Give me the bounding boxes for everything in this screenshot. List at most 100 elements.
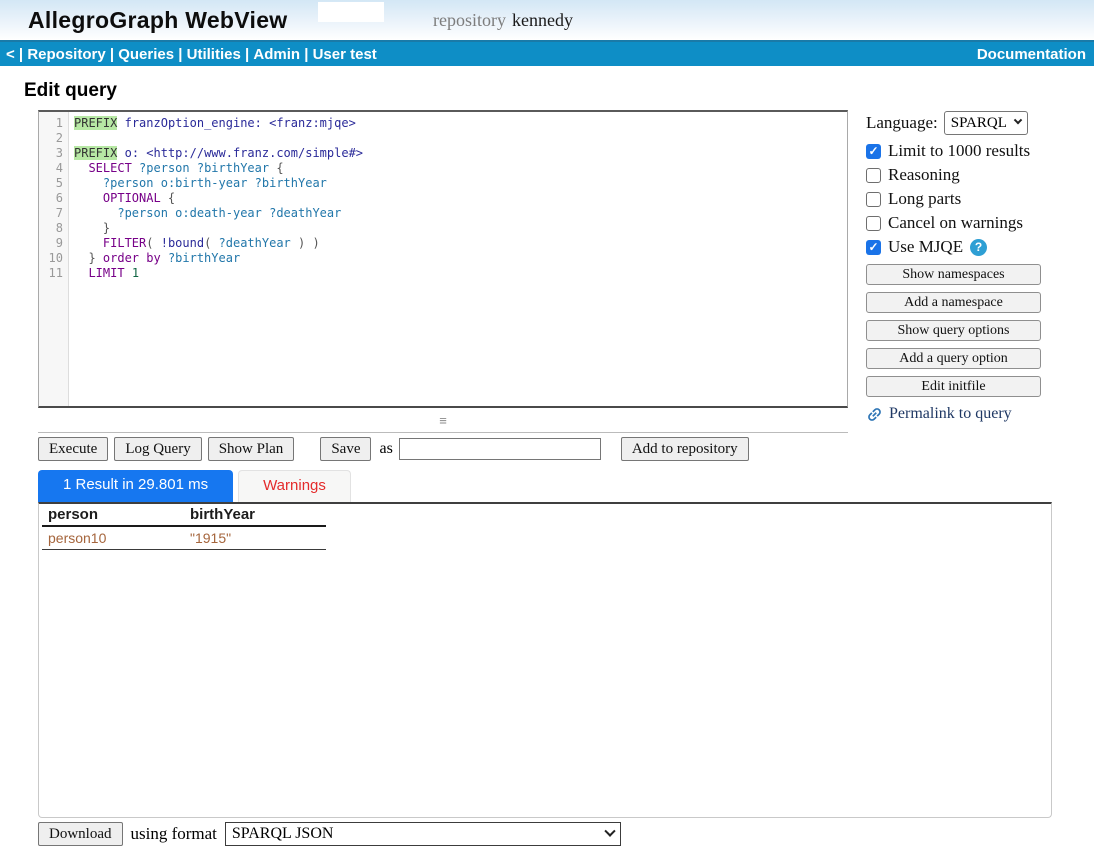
nav-item-utilities[interactable]: Utilities <box>187 46 241 63</box>
download-button[interactable]: Download <box>38 822 123 846</box>
tab-warnings[interactable]: Warnings <box>238 470 351 502</box>
token-decl: franzOption_engine: <box>125 116 262 130</box>
token-pun: { <box>161 191 175 205</box>
chevron-down-icon <box>604 826 615 837</box>
permalink-label: Permalink to query <box>889 405 1012 423</box>
nav-separator: | <box>300 46 313 63</box>
token-pln <box>74 161 88 175</box>
nav-separator: | <box>106 46 119 63</box>
edit-initfile-button[interactable]: Edit initfile <box>866 376 1041 397</box>
tab-results[interactable]: 1 Result in 29.801 ms <box>38 470 233 502</box>
line-number: 8 <box>39 221 63 236</box>
token-var: ?birthYear <box>168 251 240 265</box>
code-line: SELECT ?person ?birthYear { <box>74 161 847 176</box>
line-number: 5 <box>39 176 63 191</box>
token-var: ?person <box>117 206 168 220</box>
page-title: Edit query <box>24 80 117 102</box>
line-number: 9 <box>39 236 63 251</box>
token-pln <box>161 251 168 265</box>
nav-separator: | <box>241 46 254 63</box>
checkbox-limit-to-1000-results[interactable]: ✓ <box>866 144 881 159</box>
checkbox-reasoning[interactable] <box>866 168 881 183</box>
app-title: AllegroGraph WebView <box>28 7 287 34</box>
line-number: 1 <box>39 116 63 131</box>
result-cell: "1915" <box>184 526 326 550</box>
download-row: Download using format SPARQL JSON <box>38 822 621 846</box>
sidebar-buttons: Show namespaces Add a namespace Show query… <box>866 264 1054 397</box>
token-kw: FILTER <box>103 236 146 250</box>
language-select[interactable]: SPARQL <box>944 111 1028 135</box>
token-pln <box>153 176 160 190</box>
nav-separator: | <box>174 46 187 63</box>
token-pun: } <box>88 251 102 265</box>
add-a-namespace-button[interactable]: Add a namespace <box>866 292 1041 313</box>
checkbox-label: Reasoning <box>888 165 960 185</box>
editor-resize-handle[interactable]: ≡ <box>38 410 848 433</box>
nav-item-queries[interactable]: Queries <box>118 46 174 63</box>
token-kw: OPTIONAL <box>103 191 161 205</box>
repository-label: repository <box>433 10 506 30</box>
code-line: ?person o:birth-year ?birthYear <box>74 176 847 191</box>
execute-button[interactable]: Execute <box>38 437 108 461</box>
token-pname: o:birth-year <box>161 176 248 190</box>
format-select[interactable]: SPARQL JSON <box>225 822 621 846</box>
token-pun: ( <box>204 236 218 250</box>
show-query-options-button[interactable]: Show query options <box>866 320 1041 341</box>
help-icon[interactable]: ? <box>970 239 987 256</box>
add-to-repository-button[interactable]: Add to repository <box>621 437 749 461</box>
token-var: ?deathYear <box>219 236 291 250</box>
token-uri: <http://www.franz.com/simple#> <box>146 146 363 160</box>
nav-menu: < | Repository | Queries | Utilities | A… <box>6 46 377 63</box>
token-pun: { <box>269 161 283 175</box>
language-label: Language: <box>866 113 938 133</box>
token-pln <box>74 251 88 265</box>
query-editor[interactable]: 1234567891011 PREFIX franzOption_engine:… <box>38 110 848 408</box>
language-select-value: SPARQL <box>951 115 1007 132</box>
line-number: 7 <box>39 206 63 221</box>
checkbox-long-parts[interactable] <box>866 192 881 207</box>
result-cell-link[interactable]: person10 <box>42 526 184 550</box>
line-number: 6 <box>39 191 63 206</box>
code-line: } <box>74 221 847 236</box>
token-var: ?person <box>103 176 154 190</box>
show-namespaces-button[interactable]: Show namespaces <box>866 264 1041 285</box>
save-name-input[interactable] <box>399 438 601 460</box>
checkbox-cancel-on-warnings[interactable] <box>866 216 881 231</box>
log-query-button[interactable]: Log Query <box>114 437 201 461</box>
code-line: FILTER( !bound( ?deathYear ) ) <box>74 236 847 251</box>
token-pln <box>117 116 124 130</box>
nav-back-button[interactable]: < <box>6 46 15 63</box>
token-pln <box>117 146 124 160</box>
code-line: LIMIT 1 <box>74 266 847 281</box>
save-button[interactable]: Save <box>320 437 371 461</box>
token-pln <box>125 266 132 280</box>
header-blank-patch <box>318 2 384 22</box>
query-actions: Execute Log Query Show Plan Save as Add … <box>38 437 755 461</box>
permalink-to-query[interactable]: Permalink to query <box>866 405 1054 423</box>
column-header-person: person <box>42 504 184 526</box>
option-row-use-mjqe: ✓Use MJQE? <box>866 239 1054 255</box>
token-var: ?birthYear <box>197 161 269 175</box>
checkbox-use-mjqe[interactable]: ✓ <box>866 240 881 255</box>
token-var: ?birthYear <box>255 176 327 190</box>
language-row: Language: SPARQL <box>866 112 1054 134</box>
code-line: ?person o:death-year ?deathYear <box>74 206 847 221</box>
editor-code-area[interactable]: PREFIX franzOption_engine: <franz:mjqe>P… <box>69 112 847 406</box>
token-pln <box>74 191 103 205</box>
nav-item-repository[interactable]: Repository <box>27 46 105 63</box>
checkbox-label: Cancel on warnings <box>888 213 1023 233</box>
nav-item-documentation[interactable]: Documentation <box>977 46 1088 63</box>
nav-item-admin[interactable]: Admin <box>253 46 300 63</box>
nav-item-user-test[interactable]: User test <box>313 46 377 63</box>
add-a-query-option-button[interactable]: Add a query option <box>866 348 1041 369</box>
option-row-limit-to-1000-results: ✓Limit to 1000 results <box>866 143 1054 159</box>
token-pname: o:death-year <box>175 206 262 220</box>
token-kw: SELECT <box>88 161 131 175</box>
app-header: AllegroGraph WebView repositorykennedy <box>0 0 1094 40</box>
repository-indicator: repositorykennedy <box>433 10 573 31</box>
format-select-value: SPARQL JSON <box>232 825 334 843</box>
nav-separator: | <box>15 46 28 63</box>
results-table: personbirthYear person10"1915" <box>42 504 326 550</box>
token-pln <box>74 206 117 220</box>
show-plan-button[interactable]: Show Plan <box>208 437 295 461</box>
